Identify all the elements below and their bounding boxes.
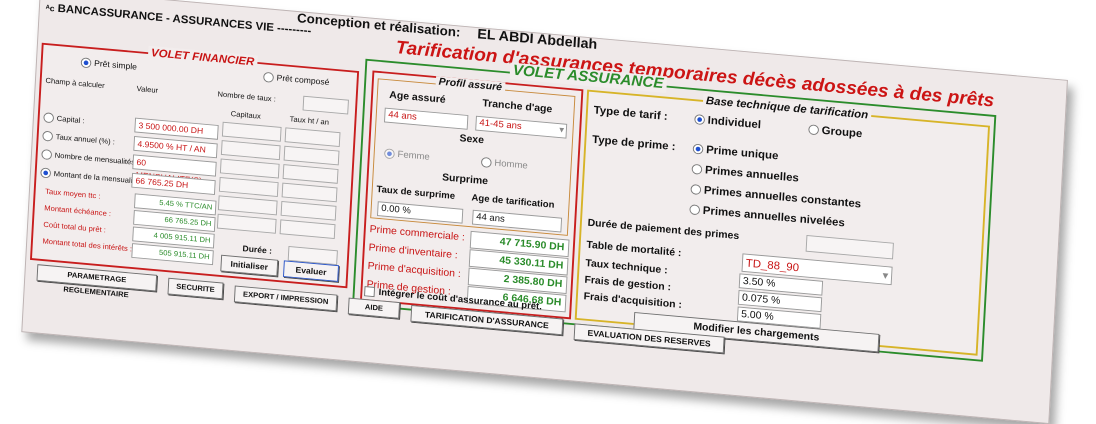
nombre-taux-input[interactable] <box>302 95 349 115</box>
radio-montant[interactable] <box>40 167 52 179</box>
radio-primes-nivelees-indicator[interactable] <box>689 204 701 216</box>
duree-label: Durée : <box>242 243 273 256</box>
taux-technique-label: Taux technique : <box>585 257 668 277</box>
radio-capital[interactable] <box>43 111 55 123</box>
radio-primes-annuelles-indicator[interactable] <box>691 164 703 176</box>
radio-prime-unique-indicator[interactable] <box>692 143 704 155</box>
aide-button[interactable]: AIDE <box>347 297 400 319</box>
radio-femme[interactable]: Femme <box>383 148 431 163</box>
type-prime-label: Type de prime : <box>591 132 676 153</box>
taux-surprime-input[interactable]: 0.00 % <box>377 201 464 224</box>
radio-pret-compose[interactable]: Prêt composé <box>263 71 330 88</box>
taux-cell[interactable] <box>284 127 341 148</box>
duree-paiement-input[interactable] <box>805 235 894 260</box>
chevron-down-icon[interactable]: ▾ <box>882 267 889 284</box>
securite-button[interactable]: SECURITE <box>167 277 224 300</box>
radio-femme-label: Femme <box>397 149 431 163</box>
radio-pret-simple[interactable]: Prêt simple <box>80 57 138 72</box>
radio-pret-compose-label: Prêt composé <box>276 72 330 87</box>
capitaux-grid <box>216 121 347 245</box>
result-echeance-label: Montant échéance : <box>44 203 112 219</box>
header-capitaux: Capitaux <box>230 109 261 121</box>
radio-primes-annuelles[interactable]: Primes annuelles <box>691 162 799 184</box>
taux-surprime-label: Taux de surprime <box>376 184 456 202</box>
radio-pret-compose-indicator[interactable] <box>263 71 275 83</box>
table-mortalite-value: TD_88_90 <box>745 256 800 275</box>
volet-financier-panel: VOLET FINANCIER Prêt simple Prêt composé… <box>30 42 360 289</box>
radio-groupe-label: Groupe <box>821 123 863 141</box>
prime-commerciale-label: Prime commerciale : <box>369 223 466 244</box>
chevron-down-icon[interactable]: ▾ <box>559 124 564 137</box>
integrer-checkbox[interactable] <box>364 286 376 298</box>
radio-primes-nivelees-label: Primes annuelles nivelées <box>702 203 846 230</box>
champ-label-montant: Montant de la mensualité : <box>53 169 144 186</box>
window-title: ᴬᴄ BANCASSURANCE - ASSURANCES VIE ------… <box>45 1 311 38</box>
radio-individuel[interactable]: Individuel <box>694 112 761 131</box>
capitaux-cell[interactable] <box>221 121 282 142</box>
prime-acquisition-label: Prime d'acquisition : <box>367 260 462 280</box>
profil-panel: Profil assuré Age assuré Tranche d'age 4… <box>360 70 584 320</box>
volet-financier-legend: VOLET FINANCIER <box>147 45 258 69</box>
capitaux-cell[interactable] <box>219 158 280 179</box>
capitaux-cell[interactable] <box>218 176 279 197</box>
radio-primes-constantes-indicator[interactable] <box>690 184 702 196</box>
radio-groupe[interactable]: Groupe <box>808 122 863 140</box>
initialiser-button[interactable]: Initialiser <box>220 254 279 277</box>
radio-individuel-indicator[interactable] <box>694 114 706 126</box>
capitaux-cell[interactable] <box>220 140 281 161</box>
header-valeur: Valeur <box>136 84 159 95</box>
window-title-text: BANCASSURANCE - ASSURANCES VIE <box>57 1 275 34</box>
tranche-age-select[interactable]: 41-45 ans ▾ <box>475 115 568 139</box>
radio-taux[interactable] <box>42 130 54 142</box>
radio-homme-label: Homme <box>494 158 528 172</box>
radio-femme-indicator[interactable] <box>383 148 395 160</box>
taux-cell[interactable] <box>281 182 338 203</box>
age-tarification-label: Age de tarification <box>471 193 555 211</box>
sexe-label: Sexe <box>459 132 485 147</box>
header-taux: Taux ht / an <box>289 114 330 127</box>
result-cout-total-label: Coût total du prêt : <box>43 220 107 235</box>
frais-acquisition-label: Frais d'acquisition : <box>583 290 683 311</box>
table-mortalite-label: Table de mortalité : <box>586 239 682 259</box>
taux-cell[interactable] <box>283 145 340 166</box>
radio-mensualites[interactable] <box>41 148 53 160</box>
champ-label-taux: Taux annuel (%) : <box>55 132 116 147</box>
capitaux-cell[interactable] <box>217 195 278 216</box>
frais-gestion-label: Frais de gestion : <box>584 274 672 294</box>
taux-cell[interactable] <box>280 200 337 221</box>
evaluer-button[interactable]: Evaluer <box>283 260 339 282</box>
duree-paiement-label: Durée de paiement des primes <box>587 217 740 242</box>
application-window: ᴬᴄ BANCASSURANCE - ASSURANCES VIE ------… <box>21 0 1068 424</box>
radio-individuel-label: Individuel <box>707 113 762 132</box>
field-montant[interactable]: 66 765.25 DH <box>131 172 216 196</box>
radio-pret-simple-label: Prêt simple <box>93 58 138 72</box>
age-assure-label: Age assuré <box>389 89 446 106</box>
radio-prime-unique[interactable]: Prime unique <box>692 142 779 163</box>
tranche-age-value: 41-45 ans <box>479 117 522 132</box>
nombre-taux-label: Nombre de taux : <box>217 89 277 104</box>
radio-homme-indicator[interactable] <box>480 156 492 168</box>
result-interets-label: Montant total des intérêts : <box>42 236 133 254</box>
app-logo-icon: ᴬᴄ <box>45 3 55 14</box>
profil-assure-box: Profil assuré Age assuré Tranche d'age 4… <box>370 76 576 236</box>
capitaux-cell[interactable] <box>216 213 277 234</box>
surprime-label: Surprime <box>441 171 489 188</box>
radio-pret-simple-indicator[interactable] <box>80 57 92 69</box>
age-assure-input[interactable]: 44 ans <box>384 107 469 130</box>
radio-prime-unique-label: Prime unique <box>705 142 779 163</box>
header-champ: Champ à calculer <box>45 76 105 90</box>
champ-label-mensualites: Nombre de mensualités : <box>54 151 140 167</box>
age-tarification-value: 44 ans <box>472 209 563 233</box>
champ-label-capital: Capital : <box>56 114 85 126</box>
radio-primes-annuelles-label: Primes annuelles <box>704 163 800 185</box>
radio-homme[interactable]: Homme <box>480 156 528 172</box>
export-button[interactable]: EXPORT / IMPRESSION <box>233 285 338 312</box>
type-tarif-label: Type de tarif : <box>593 103 669 123</box>
result-taux-moyen-label: Taux moyen ttc : <box>44 187 101 201</box>
radio-groupe-indicator[interactable] <box>808 124 820 136</box>
tranche-age-label: Tranche d'age <box>482 97 553 116</box>
taux-cell[interactable] <box>279 219 336 240</box>
prime-inventaire-label: Prime d'inventaire : <box>368 242 459 262</box>
taux-cell[interactable] <box>282 164 339 184</box>
